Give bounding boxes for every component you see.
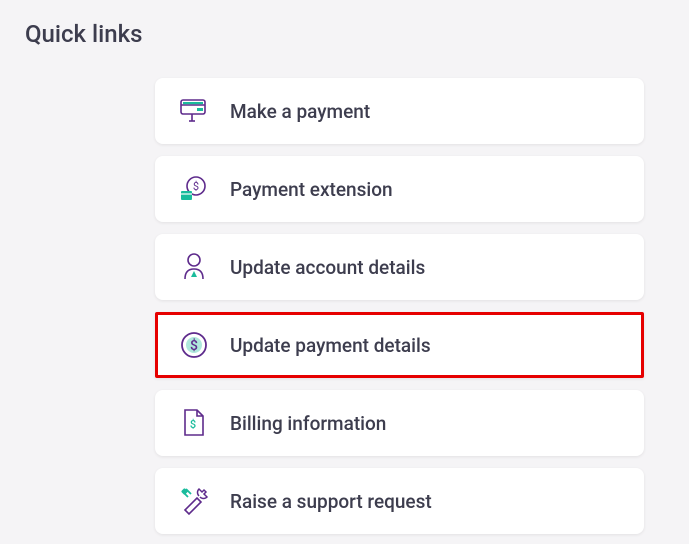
invoice-icon: $ [178,407,210,439]
link-label: Make a payment [230,100,370,123]
svg-text:$: $ [193,180,199,193]
billing-info-link[interactable]: $ Billing information [155,390,644,456]
svg-text:$: $ [190,337,198,354]
atm-card-icon [178,95,210,127]
update-account-link[interactable]: Update account details [155,234,644,300]
link-label: Raise a support request [230,490,432,513]
tools-icon [178,485,210,517]
calendar-dollar-icon: $ [178,173,210,205]
payment-extension-link[interactable]: $ Payment extension [155,156,644,222]
svg-text:$: $ [190,418,196,431]
quick-links-heading: Quick links [25,20,664,48]
update-payment-link[interactable]: $ Update payment details [155,312,644,378]
make-payment-link[interactable]: Make a payment [155,78,644,144]
support-request-link[interactable]: Raise a support request [155,468,644,534]
link-label: Billing information [230,412,386,435]
link-label: Update payment details [230,334,431,357]
person-icon [178,251,210,283]
link-label: Payment extension [230,178,393,201]
dollar-circle-icon: $ [178,329,210,361]
link-label: Update account details [230,256,425,279]
quick-links-list: Make a payment $ Payment extension Updat… [25,78,664,534]
